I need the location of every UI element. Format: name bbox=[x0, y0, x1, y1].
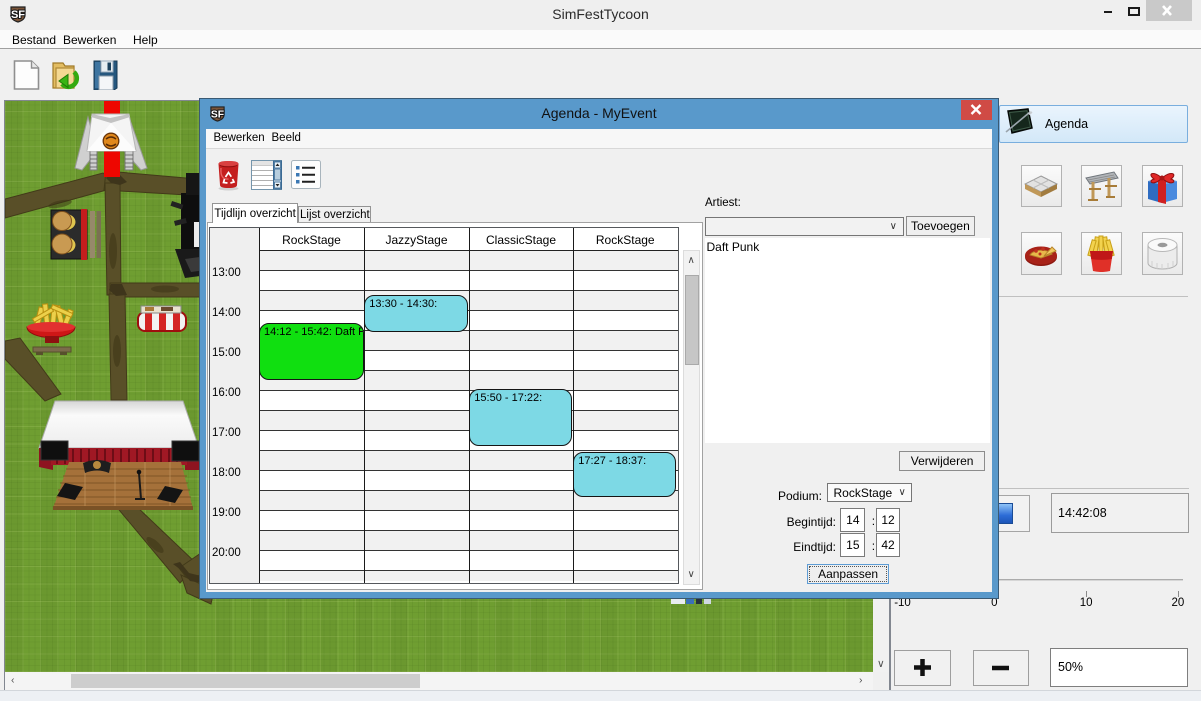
svg-text:SF: SF bbox=[11, 9, 25, 21]
